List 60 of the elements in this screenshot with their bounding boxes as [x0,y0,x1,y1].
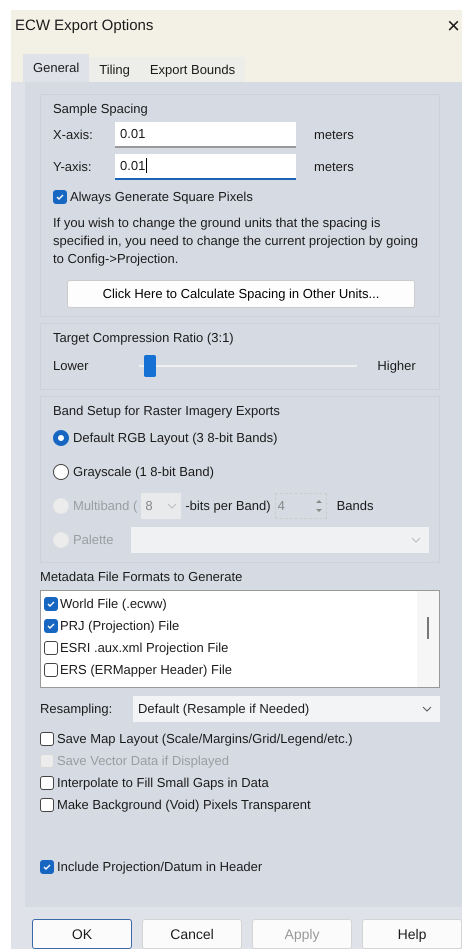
slider-label: Higher [377,358,416,374]
tab[interactable]: Tiling [89,56,140,82]
scrollbar-thumb[interactable] [427,616,429,639]
radio-label: Grayscale (1 8-bit Band) [73,464,214,480]
checkbox-label: Always Generate Square Pixels [70,189,253,204]
dialog-button[interactable]: OK [32,919,132,949]
checkbox[interactable] [53,190,67,204]
checkbox[interactable] [44,618,58,633]
radio-button[interactable] [53,430,69,446]
field-label: Resampling: [40,701,114,716]
checkbox-label: Save Map Layout (Scale/Margins/Grid/Legend/etc.) [57,731,353,746]
help-text: If you wish to change the ground units that the spacing is specified in, you need to change the current projection by going to Config->Projection. [53,214,419,268]
section-title: Metadata File Formats to Generate [40,568,244,584]
close-button[interactable]: × [445,12,462,39]
bands-label: Bands [336,498,374,514]
check-icon [46,620,56,631]
check-icon [55,192,65,202]
checkbox[interactable] [40,776,54,790]
radio-label: Multiband ( [73,498,138,514]
checkbox[interactable] [44,596,58,611]
list-item[interactable]: ESRI .aux.xml Projection File [60,640,228,656]
group-title: Sample Spacing [53,100,149,116]
unit-label: meters [314,127,354,142]
calculate-button[interactable]: Click Here to Calculate Spacing in Other Units... [67,280,415,308]
radio-button[interactable] [53,464,69,480]
resampling-dropdown[interactable]: Default (Resample if Needed) [133,696,440,722]
tab[interactable]: General [23,54,90,82]
radio-label: Palette [73,532,114,548]
group-title: Band Setup for Raster Imagery Exports [53,402,281,418]
list-item[interactable]: World File (.ecww) [60,596,167,612]
dialog-button[interactable]: Help [362,919,462,949]
unit-label: meters [314,159,354,174]
input-field[interactable]: 0.01 [115,154,296,180]
tab[interactable]: Export Bounds [140,56,246,82]
checkbox[interactable] [44,662,58,677]
dialog-button[interactable]: Cancel [142,919,242,949]
chevron-down-icon [167,502,178,509]
slider-thumb[interactable] [144,354,156,377]
bits-label: -bits per Band) [185,498,271,514]
checkbox-label: Make Background (Void) Pixels Transparent [57,797,311,812]
checkbox[interactable] [40,798,54,812]
field-label: X-axis: [53,127,94,142]
radio-label: Default RGB Layout (3 8-bit Bands) [73,430,278,446]
checkbox-label: Interpolate to Fill Small Gaps in Data [57,775,269,790]
checkbox[interactable] [40,860,54,874]
checkbox-label: Save Vector Data if Displayed [57,753,229,768]
field-label: Y-axis: [53,159,93,174]
list-item[interactable]: ERS (ERMapper Header) File [60,662,232,678]
group-title: Target Compression Ratio (3:1) [53,330,235,345]
check-icon [42,862,52,872]
check-icon [46,598,56,609]
checkbox[interactable] [44,640,58,655]
slider-label: Lower [53,358,88,374]
list-item[interactable]: PRJ (Projection) File [60,618,180,634]
checkbox[interactable] [40,732,54,746]
chevron-down-icon [422,706,432,712]
checkbox-label: Include Projection/Datum in Header [57,859,262,874]
chevron-down-icon [411,536,421,543]
input-field[interactable]: 0.01 [115,122,296,148]
window-title: ECW Export Options [15,17,154,34]
